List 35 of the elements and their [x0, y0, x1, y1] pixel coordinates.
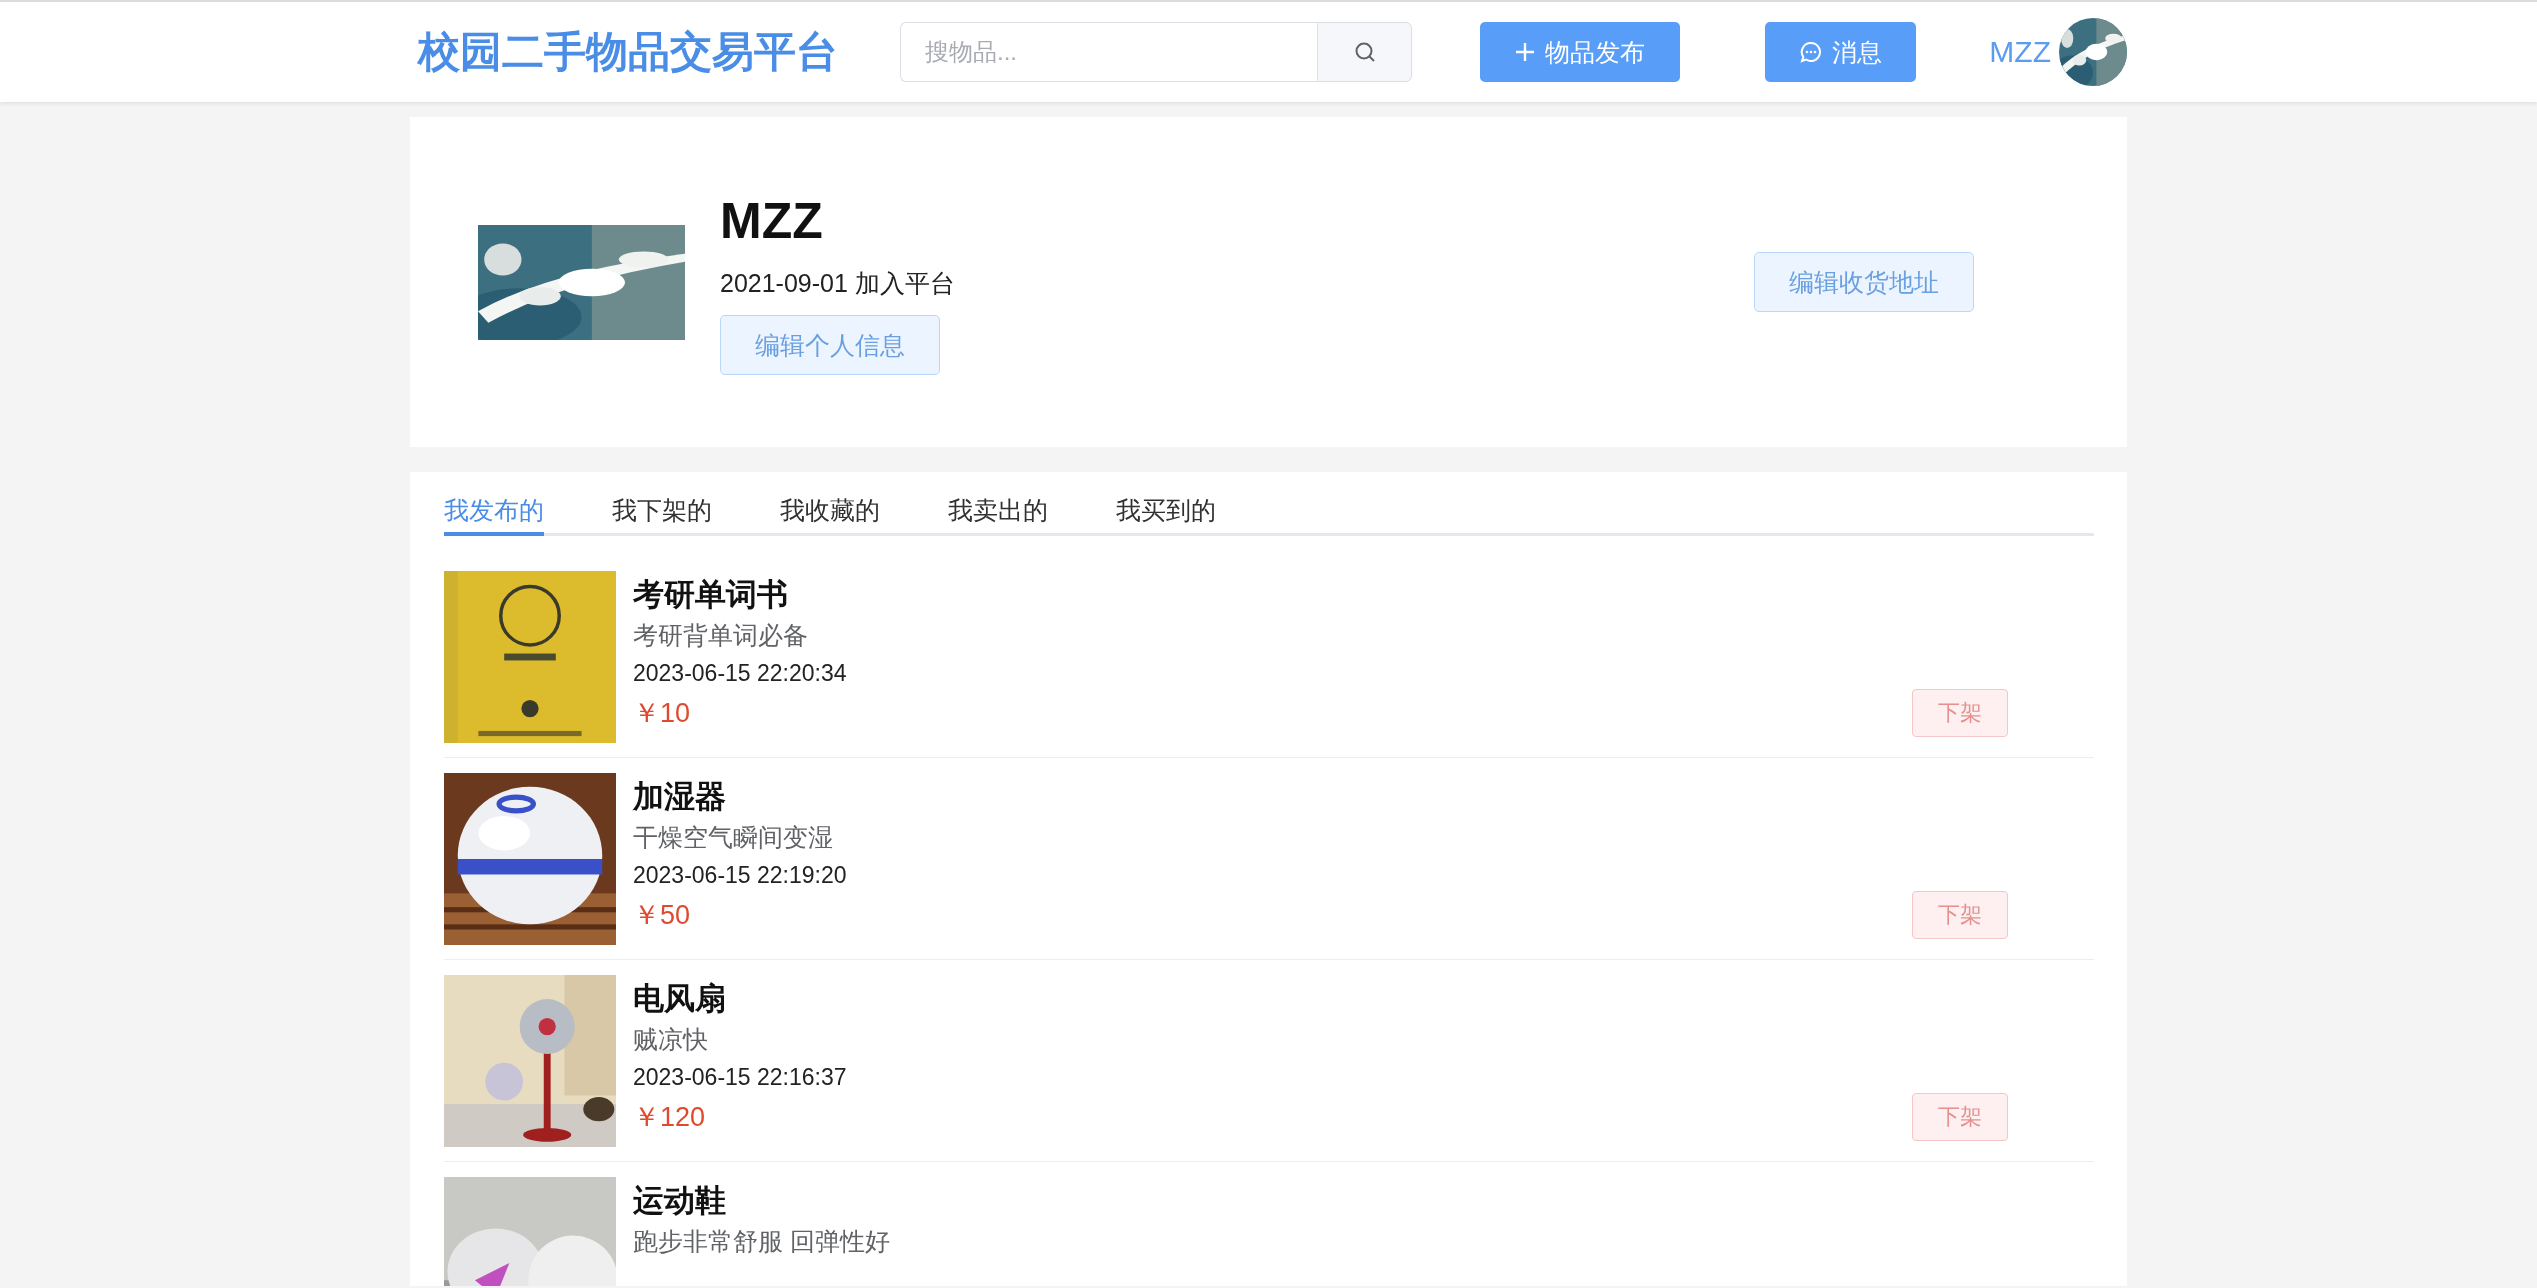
- item-price: ￥50: [633, 899, 691, 932]
- item-title[interactable]: 电风扇: [633, 979, 726, 1019]
- unlist-button[interactable]: 下架: [1912, 891, 2008, 939]
- site-logo[interactable]: 校园二手物品交易平台: [410, 24, 890, 80]
- tab[interactable]: 我卖出的: [948, 488, 1048, 536]
- item-description: 贼凉快: [633, 1024, 708, 1055]
- chat-bubble-icon: [1799, 41, 1822, 63]
- item-time: 2023-06-15 22:19:20: [633, 861, 847, 890]
- tab[interactable]: 我下架的: [612, 488, 712, 536]
- search-button[interactable]: [1317, 22, 1412, 82]
- item-time: 2023-06-15 22:20:34: [633, 659, 847, 688]
- item-price: ￥120: [633, 1101, 706, 1134]
- item-title[interactable]: 考研单词书: [633, 575, 788, 615]
- unlist-button[interactable]: 下架: [1912, 1093, 2008, 1141]
- edit-address-button[interactable]: 编辑收货地址: [1754, 252, 1974, 312]
- message-button[interactable]: 消息: [1765, 22, 1916, 82]
- item-title[interactable]: 运动鞋: [633, 1181, 726, 1221]
- tab[interactable]: 我发布的: [444, 488, 544, 536]
- join-date: 2021-09-01 加入平台: [720, 268, 955, 299]
- item-title[interactable]: 加湿器: [633, 777, 726, 817]
- username-link[interactable]: MZZ: [1989, 35, 2051, 69]
- edit-profile-button[interactable]: 编辑个人信息: [720, 315, 940, 375]
- item-description: 跑步非常舒服 回弹性好: [633, 1226, 890, 1257]
- search-field[interactable]: 搜物品...: [900, 22, 1317, 82]
- item-price: ￥10: [633, 697, 691, 730]
- search-icon: [1353, 41, 1376, 63]
- tab[interactable]: 我买到的: [1116, 488, 1216, 536]
- plus-icon: [1515, 42, 1535, 62]
- profile-name: MZZ: [720, 192, 823, 251]
- unlist-button[interactable]: 下架: [1912, 689, 2008, 737]
- item-description: 考研背单词必备: [633, 620, 808, 651]
- publish-button[interactable]: 物品发布: [1480, 22, 1680, 82]
- item-description: 干燥空气瞬间变湿: [633, 822, 833, 853]
- item-time: 2023-06-15 22:16:37: [633, 1063, 847, 1092]
- tab[interactable]: 我收藏的: [780, 488, 880, 536]
